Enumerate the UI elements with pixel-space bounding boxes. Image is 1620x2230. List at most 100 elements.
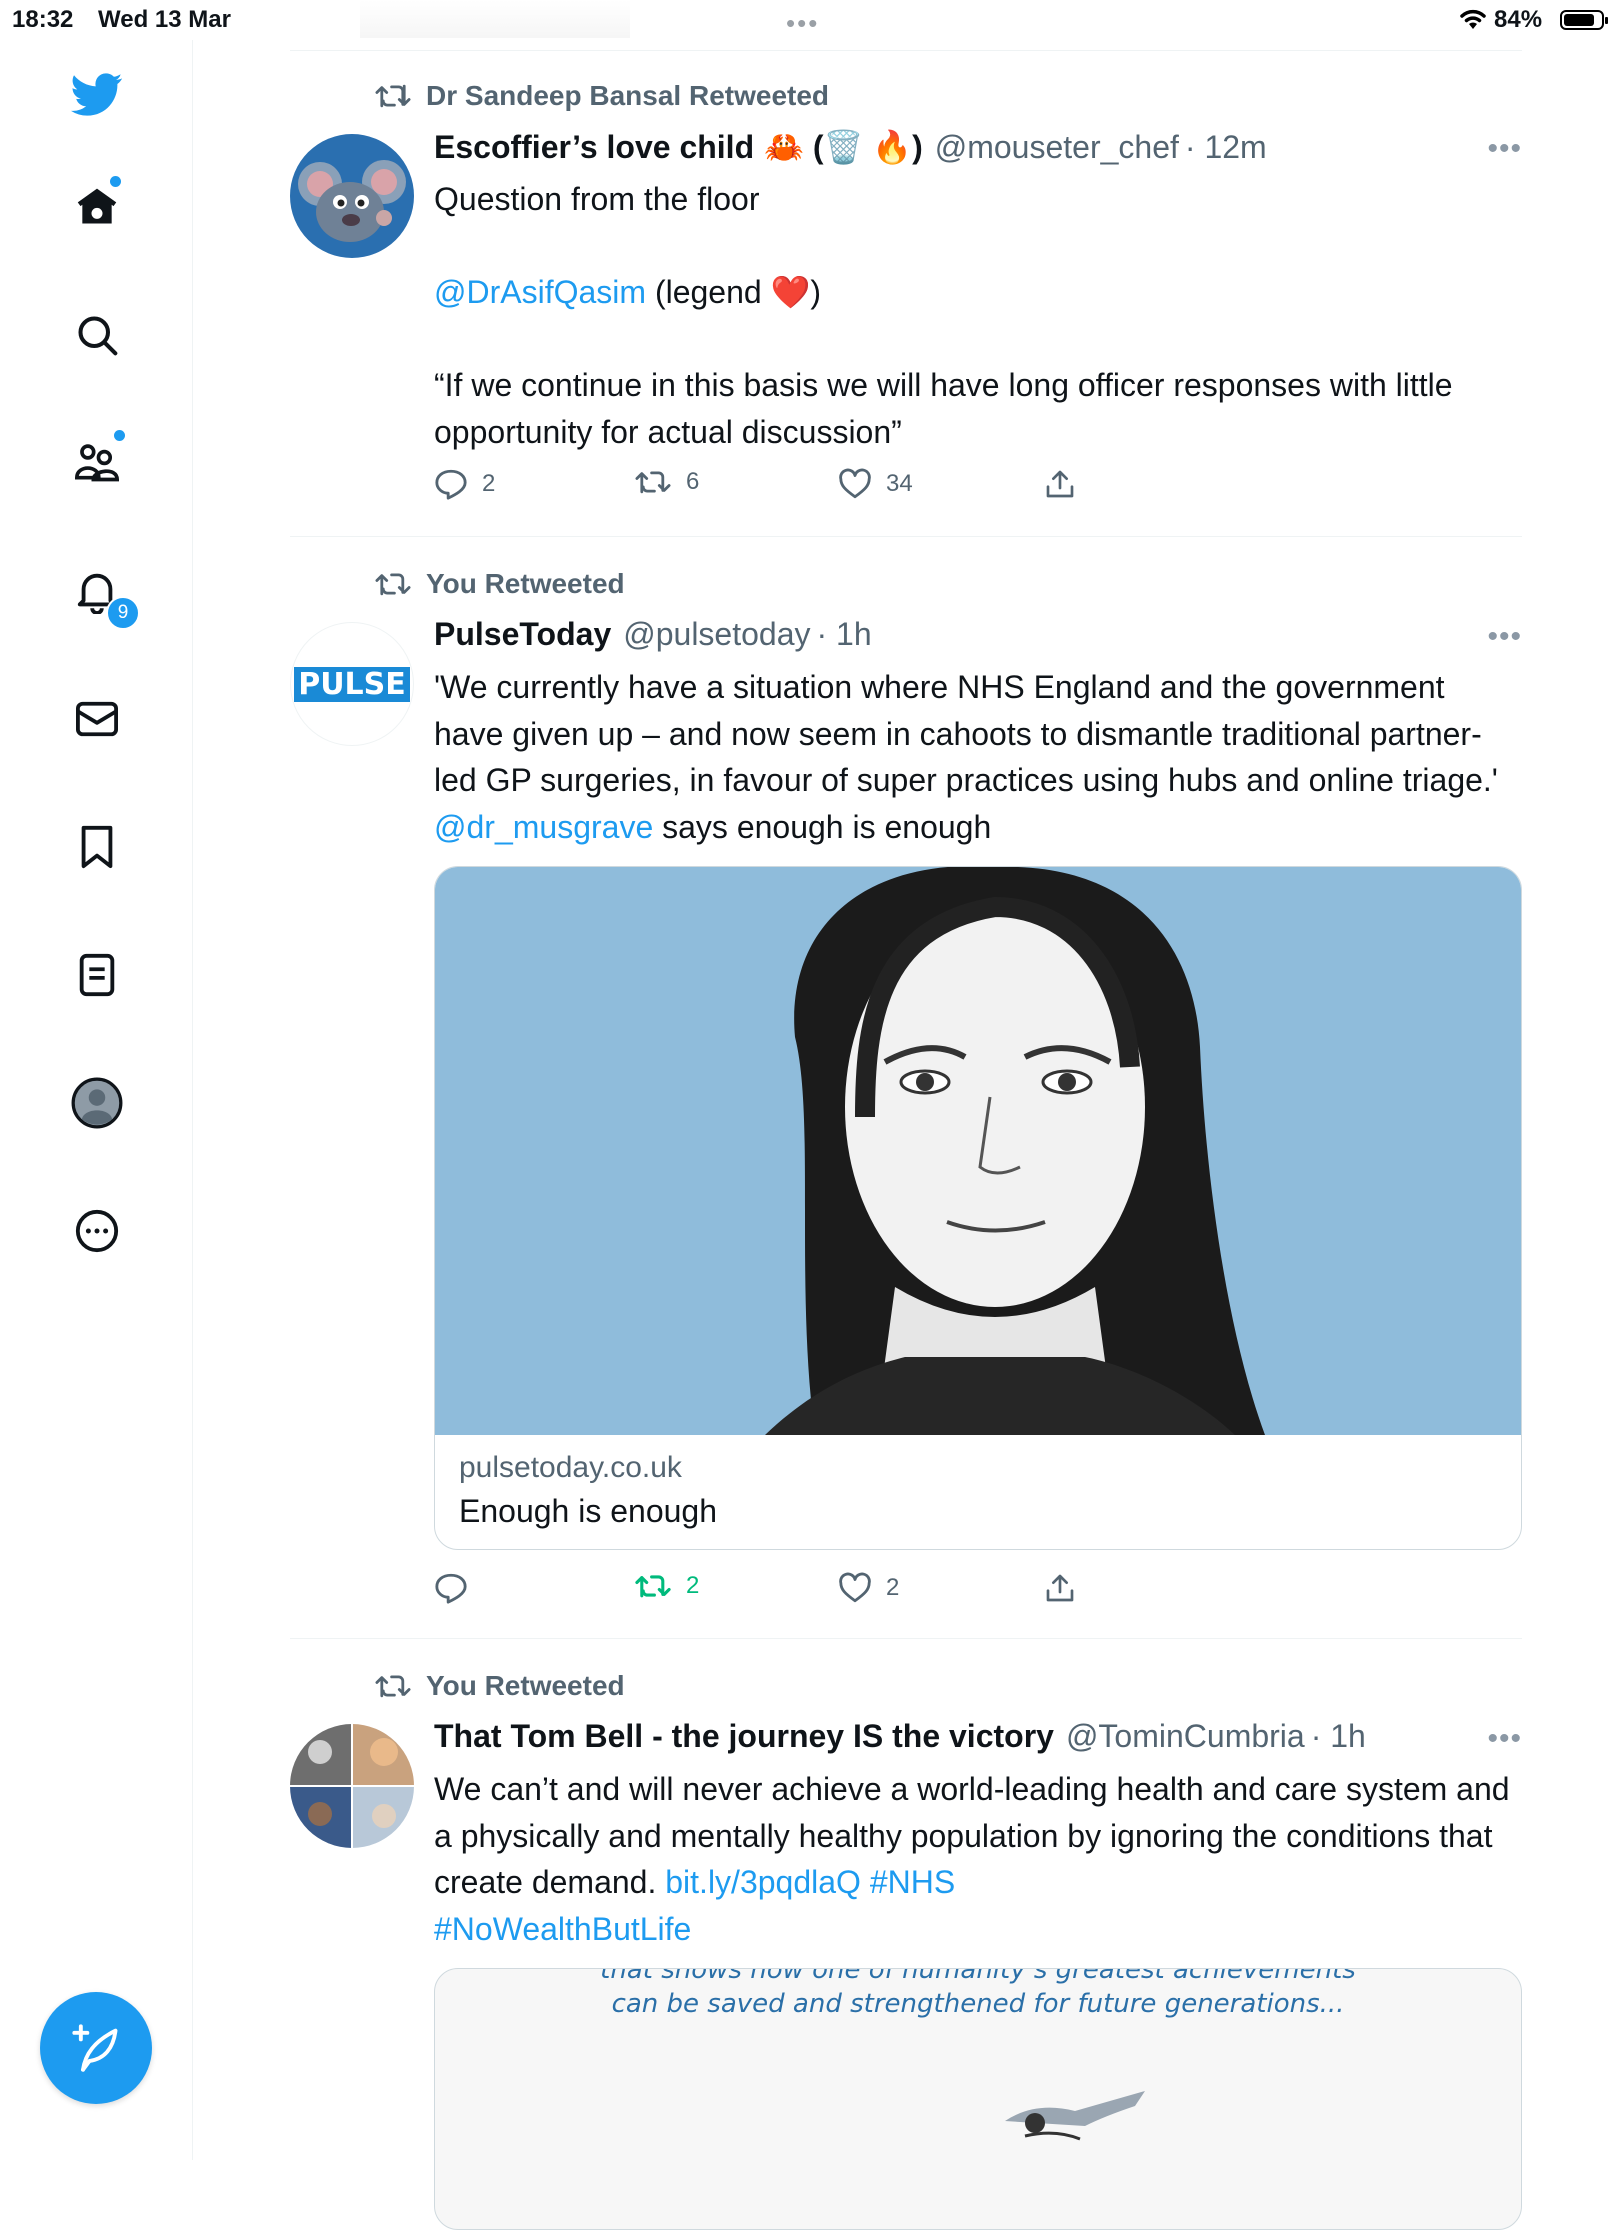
tweet-text-fragment: 'We currently have a situation where NHS…	[434, 669, 1498, 798]
tweet-actions: 2 6 34	[434, 468, 1522, 508]
tweet[interactable]: You Retweeted PULSE PulseToday @pulsetod…	[290, 568, 1522, 1608]
display-name-emoji: 🦀 (🗑️ 🔥)	[764, 129, 923, 165]
heart-icon	[839, 468, 871, 499]
media-card-text: that shows how one of humanity’s greates…	[435, 1968, 1521, 2021]
hashtag-link[interactable]: #NoWealthButLife	[434, 1911, 691, 1947]
user-handle[interactable]: @TominCumbria	[1066, 1718, 1305, 1755]
sidebar: 9	[0, 40, 193, 2160]
timestamp[interactable]: · 1h	[817, 616, 872, 653]
twitter-logo-icon[interactable]	[62, 60, 132, 130]
more-options-icon[interactable]: •••	[1487, 620, 1522, 654]
tweet-header: PulseToday @pulsetoday · 1h	[434, 616, 1522, 653]
media-card-line: that shows how one of humanity’s greates…	[600, 1968, 1356, 1985]
media-card[interactable]: that shows how one of humanity’s greates…	[434, 1968, 1522, 2230]
tweet-text: We can’t and will never achieve a world-…	[434, 1766, 1522, 1952]
avatar[interactable]: PULSE	[290, 622, 414, 746]
compose-button[interactable]	[40, 1992, 152, 2104]
battery-percent: 84%	[1494, 6, 1543, 33]
home-icon[interactable]	[62, 172, 132, 242]
link-card-image	[435, 867, 1521, 1435]
display-name[interactable]: That Tom Bell - the journey IS the victo…	[434, 1718, 1054, 1755]
display-name[interactable]: Escoffier’s love child	[434, 129, 754, 166]
tweet-text-fragment: (legend ❤️)	[646, 274, 822, 310]
retweet-context: You Retweeted	[374, 568, 625, 600]
like-count: 2	[886, 1574, 900, 1601]
retweet-icon	[375, 84, 411, 108]
retweet-count: 6	[686, 468, 700, 495]
tweet-header: That Tom Bell - the journey IS the victo…	[434, 1718, 1522, 1755]
retweet-icon	[375, 1675, 411, 1698]
mention-link[interactable]: @dr_musgrave	[434, 809, 653, 845]
tweet[interactable]: Dr Sandeep Bansal Retweeted Escoffier’s …	[290, 80, 1522, 540]
multitasking-dots-icon[interactable]: •••	[786, 8, 819, 39]
like-count: 34	[886, 470, 913, 497]
tweet-divider	[290, 536, 1522, 537]
retweet-count: 2	[686, 1572, 700, 1599]
search-icon[interactable]	[62, 300, 132, 370]
reply-icon	[435, 469, 467, 500]
tweet-text-fragment: We can’t and will never achieve a world-…	[434, 1771, 1510, 1900]
reply-button[interactable]: 2	[434, 468, 495, 500]
share-icon	[1046, 1574, 1074, 1602]
display-name[interactable]: PulseToday	[434, 616, 611, 653]
retweet-button[interactable]: 6	[634, 468, 699, 496]
more-options-icon[interactable]: •••	[1487, 1722, 1522, 1756]
retweet-context-label: You Retweeted	[426, 1670, 625, 1701]
share-icon	[1046, 470, 1074, 498]
share-button[interactable]	[1044, 1572, 1076, 1604]
more-icon[interactable]	[62, 1196, 132, 1266]
user-handle[interactable]: @pulsetoday	[623, 616, 810, 653]
notifications-badge: 9	[106, 596, 140, 630]
timestamp[interactable]: · 12m	[1185, 129, 1267, 166]
battery-icon	[1560, 10, 1608, 30]
tweet-actions: 2 2	[434, 1572, 1522, 1612]
like-button[interactable]: 34	[838, 468, 913, 500]
home-unread-dot	[110, 176, 121, 187]
wifi-icon	[1460, 9, 1486, 29]
retweet-context-label: Dr Sandeep Bansal Retweeted	[426, 80, 830, 111]
retweet-icon	[375, 573, 411, 596]
status-date: Wed 13 Mar	[98, 6, 231, 33]
profile-icon[interactable]	[62, 1068, 132, 1138]
tweet-text: 'We currently have a situation where NHS…	[434, 664, 1522, 850]
avatar[interactable]	[290, 134, 414, 258]
reply-count: 2	[482, 470, 496, 497]
tweet-text-line: Question from the floor	[434, 181, 760, 217]
more-options-icon[interactable]: •••	[1487, 132, 1522, 166]
retweet-icon	[635, 471, 671, 494]
retweet-context: Dr Sandeep Bansal Retweeted	[374, 80, 829, 112]
timestamp[interactable]: · 1h	[1311, 1718, 1366, 1755]
media-card-line: can be saved and strengthened for future…	[611, 1989, 1345, 2019]
heart-icon	[839, 1572, 871, 1603]
communities-unread-dot	[114, 430, 125, 441]
reply-icon	[435, 1573, 467, 1604]
tweet-header: Escoffier’s love child 🦀 (🗑️ 🔥) @mousete…	[434, 128, 1522, 166]
retweet-context: You Retweeted	[374, 1670, 625, 1702]
share-button[interactable]	[1044, 468, 1076, 500]
url-link[interactable]: bit.ly/3pqdlaQ	[665, 1864, 861, 1900]
tweet-text-line: @DrAsifQasim (legend ❤️)	[434, 269, 1522, 316]
pulse-logo-text: PULSE	[294, 666, 410, 702]
communities-icon[interactable]	[62, 428, 132, 498]
link-card-domain: pulsetoday.co.uk	[459, 1451, 682, 1484]
user-handle[interactable]: @mouseter_chef	[935, 129, 1179, 166]
mention-link[interactable]: @DrAsifQasim	[434, 274, 646, 310]
status-time: 18:32	[12, 6, 74, 33]
link-card[interactable]: pulsetoday.co.uk Enough is enough	[434, 866, 1522, 1550]
tweet-divider	[290, 1638, 1522, 1639]
tweet-text-fragment: says enough is enough	[653, 808, 992, 845]
like-button[interactable]: 2	[838, 1572, 899, 1604]
link-card-title: Enough is enough	[459, 1493, 717, 1529]
media-card-illustration	[1005, 2091, 1145, 2141]
lists-icon[interactable]	[62, 940, 132, 1010]
messages-icon[interactable]	[62, 684, 132, 754]
reply-button[interactable]	[434, 1572, 482, 1604]
tweet-quote-text: “If we continue in this basis we will ha…	[434, 367, 1453, 450]
tweet[interactable]: You Retweeted That Tom Bell - the journe…	[290, 1670, 1522, 2230]
bookmarks-icon[interactable]	[62, 812, 132, 882]
retweet-context-label: You Retweeted	[426, 568, 625, 599]
top-fade	[360, 0, 630, 38]
retweet-button[interactable]: 2	[634, 1572, 699, 1600]
avatar[interactable]	[290, 1724, 414, 1848]
hashtag-link[interactable]: #NHS	[861, 1864, 955, 1900]
